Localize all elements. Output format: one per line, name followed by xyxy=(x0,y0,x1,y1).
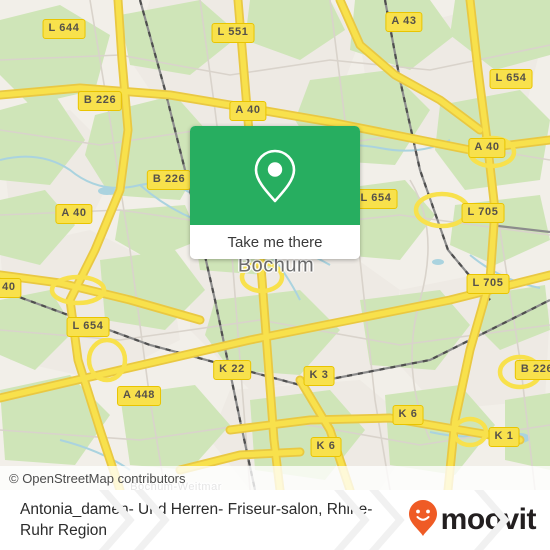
road-shield[interactable]: K 6 xyxy=(310,437,342,457)
card-hero xyxy=(190,126,360,225)
footer-bar: Antonia_damen- Und Herren- Friseur-salon… xyxy=(0,490,550,550)
road-shield[interactable]: B 226 xyxy=(514,360,550,380)
road-shield[interactable]: A 448 xyxy=(117,386,161,406)
moovit-logo[interactable]: moovit xyxy=(408,499,537,542)
road-shield[interactable]: L 654 xyxy=(66,317,110,337)
road-shield[interactable]: L 705 xyxy=(461,203,505,223)
road-shield[interactable]: K 1 xyxy=(488,427,520,447)
road-shield[interactable]: A 40 xyxy=(229,101,267,121)
road-shield[interactable]: L 551 xyxy=(211,23,255,43)
moovit-pin-smile-icon xyxy=(408,499,438,542)
road-shield[interactable]: K 3 xyxy=(303,366,335,386)
take-me-there-button[interactable]: Take me there xyxy=(190,225,360,259)
road-shield[interactable]: A 40 xyxy=(468,138,506,158)
map-canvas[interactable]: Bochum Bochum-Weitmar L 644 L 551 A 43 L… xyxy=(0,0,550,490)
road-shield[interactable]: A 40 xyxy=(0,278,22,298)
take-me-there-card[interactable]: Take me there xyxy=(190,126,360,259)
take-me-there-label: Take me there xyxy=(227,233,323,251)
road-shield[interactable]: A 43 xyxy=(385,12,423,32)
map-attribution: © OpenStreetMap contributors xyxy=(0,466,550,490)
place-title: Antonia_damen- Und Herren- Friseur-salon… xyxy=(20,501,373,539)
road-shield[interactable]: L 654 xyxy=(489,69,533,89)
moovit-wordmark: moovit xyxy=(440,503,537,536)
road-shield[interactable]: K 6 xyxy=(392,405,424,425)
road-shield[interactable]: A 40 xyxy=(55,204,93,224)
attribution-text: © OpenStreetMap contributors xyxy=(9,470,186,486)
road-shield[interactable]: K 22 xyxy=(213,360,251,380)
map-pin-icon xyxy=(252,148,298,204)
road-shield[interactable]: L 654 xyxy=(354,189,398,209)
road-shield[interactable]: B 226 xyxy=(77,91,123,111)
road-shield[interactable]: L 705 xyxy=(466,274,510,294)
moovit-map-screenshot: Bochum Bochum-Weitmar L 644 L 551 A 43 L… xyxy=(0,0,550,550)
road-shield[interactable]: B 226 xyxy=(146,170,192,190)
road-shield[interactable]: L 644 xyxy=(42,19,86,39)
